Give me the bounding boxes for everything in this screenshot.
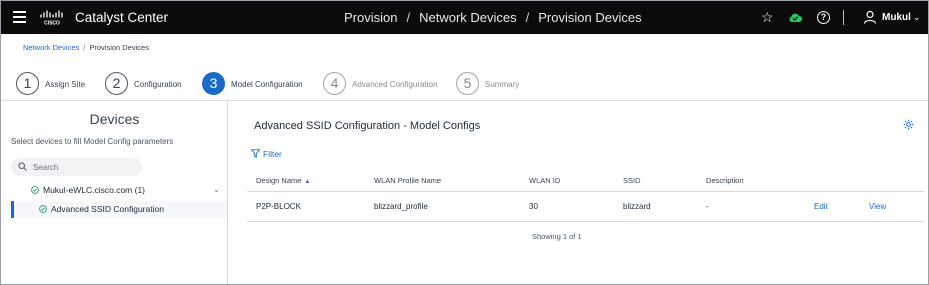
column-header-description[interactable]: Description [706,176,744,185]
top-header: CISCO Catalyst Center Provision / Network … [1,1,928,34]
step-number: 2 [105,72,128,95]
header-crumb-network-devices[interactable]: Network Devices [419,10,517,25]
column-header-design-name[interactable]: Design Name ▲ [256,176,310,185]
chevron-down-icon[interactable]: ⌄ [913,12,921,23]
cloud-status-icon[interactable] [787,12,803,23]
chevron-down-icon[interactable]: ⌄ [213,185,220,194]
user-icon[interactable] [863,10,877,24]
devices-title: Devices [89,111,140,127]
table-header-divider [247,191,924,192]
breadcrumb-current: Provision Devices [89,43,149,52]
filter-label: Filter [263,149,282,159]
devices-panel: Devices Select devices to fill Model Con… [1,101,228,284]
column-header-label: Design Name [256,176,302,185]
check-circle-icon [39,205,47,213]
step-number: 1 [16,72,39,95]
pagination-summary: Showing 1 of 1 [532,232,582,241]
column-header-wlan-profile[interactable]: WLAN Profile Name [374,176,441,185]
cell-design-name: P2P-BLOCK [256,202,301,211]
device-name: Mukul-eWLC.cisco.com (1) [43,185,146,195]
column-header-wlan-id[interactable]: WLAN ID [529,176,560,185]
tree-item-device[interactable]: Mukul-eWLC.cisco.com (1) ⌄ [11,182,227,198]
cisco-logo: CISCO [40,10,63,27]
view-link[interactable]: View [869,202,886,211]
search-icon [18,162,27,171]
cell-wlan-id: 30 [529,202,538,211]
table-row-divider [247,221,924,222]
svg-text:CISCO: CISCO [44,21,60,27]
hamburger-menu-icon[interactable] [13,11,26,23]
breadcrumb-separator: / [83,43,86,52]
tree-child-label: Advanced SSID Configuration [51,204,164,214]
step-label: Model Configuration [231,80,303,89]
step-label: Configuration [134,80,182,89]
app-title[interactable]: Catalyst Center [75,10,168,25]
gear-icon[interactable] [903,119,914,130]
cell-wlan-profile: blizzard_profile [374,202,428,211]
search-box[interactable] [11,158,142,176]
check-circle-icon [31,186,39,194]
devices-subtitle: Select devices to fill Model Config para… [11,137,174,146]
user-name[interactable]: Mukul [882,12,911,23]
step-number: 3 [202,72,225,95]
edit-link[interactable]: Edit [814,202,828,211]
breadcrumb: Network Devices / Provision Devices [23,43,149,52]
step-label: Advanced Configuration [352,80,438,89]
help-icon[interactable]: ? [817,11,830,24]
search-input[interactable] [33,160,133,174]
header-crumb-provision-devices: Provision Devices [538,10,642,25]
page-title: Advanced SSID Configuration - Model Conf… [254,120,481,132]
column-header-ssid[interactable]: SSID [623,176,641,185]
sort-ascending-icon[interactable]: ▲ [304,179,310,185]
header-divider [843,10,844,25]
header-crumb-provision[interactable]: Provision [344,10,397,25]
crumb-separator: / [525,10,530,25]
breadcrumb-network-devices[interactable]: Network Devices [23,43,79,52]
star-icon[interactable]: ☆ [761,9,774,26]
step-number: 5 [456,72,479,95]
step-number: 4 [323,72,346,95]
header-breadcrumb: Provision / Network Devices / Provision Devi… [344,10,642,25]
tree-item-advanced-ssid[interactable]: Advanced SSID Configuration [11,201,227,218]
cell-description: - [706,202,709,211]
cell-ssid: blizzard [623,202,651,211]
step-label: Assign Site [45,80,86,89]
crumb-separator: / [406,10,411,25]
filter-icon [251,149,260,158]
step-label: Summary [485,80,520,89]
